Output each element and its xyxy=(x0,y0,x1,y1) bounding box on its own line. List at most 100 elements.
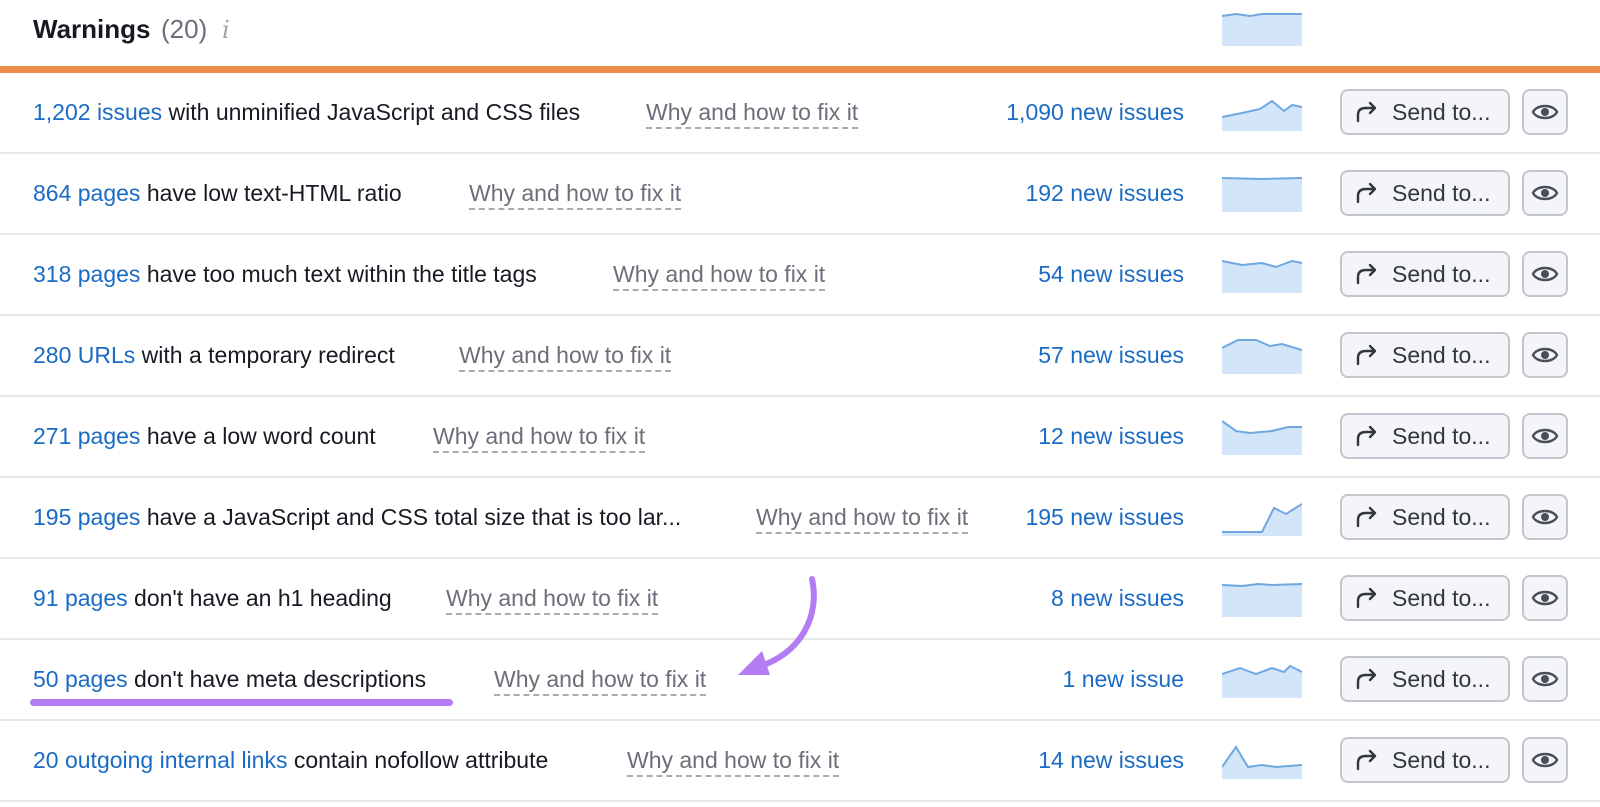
issue-count-link[interactable]: 20 outgoing internal links xyxy=(33,747,287,773)
why-and-how-to-fix-link[interactable]: Why and how to fix it xyxy=(469,154,682,233)
eye-icon xyxy=(1531,752,1559,768)
new-issues-link[interactable]: 14 new issues xyxy=(1038,721,1184,800)
issue-description: with a temporary redirect xyxy=(135,342,395,368)
send-to-button[interactable]: Send to... xyxy=(1340,332,1510,378)
why-and-how-to-fix-link[interactable]: Why and how to fix it xyxy=(613,235,826,314)
new-issues-link[interactable]: 192 new issues xyxy=(1025,154,1184,233)
trend-sparkline xyxy=(1222,582,1302,617)
issue-description: have a JavaScript and CSS total size tha… xyxy=(140,504,682,530)
send-to-button[interactable]: Send to... xyxy=(1340,89,1510,135)
annotation-arrow-icon xyxy=(738,576,817,675)
issue-count-link[interactable]: 91 pages xyxy=(33,585,128,611)
issue-count-link[interactable]: 864 pages xyxy=(33,180,140,206)
new-issues-link[interactable]: 195 new issues xyxy=(1025,478,1184,557)
send-to-label: Send to... xyxy=(1392,503,1491,530)
send-to-label: Send to... xyxy=(1392,584,1491,611)
issue-description: have low text-HTML ratio xyxy=(140,180,402,206)
new-issues-link[interactable]: 8 new issues xyxy=(1051,559,1184,638)
warnings-header: Warnings (20) i xyxy=(0,0,1600,66)
send-to-button[interactable]: Send to... xyxy=(1340,575,1510,621)
send-to-label: Send to... xyxy=(1392,179,1491,206)
issue-count-link[interactable]: 195 pages xyxy=(33,504,140,530)
new-issues-link[interactable]: 57 new issues xyxy=(1038,316,1184,395)
warning-row: 195 pages have a JavaScript and CSS tota… xyxy=(0,478,1600,559)
eye-icon xyxy=(1531,428,1559,444)
warnings-title: Warnings xyxy=(33,14,151,44)
eye-icon xyxy=(1531,590,1559,606)
eye-button[interactable] xyxy=(1522,575,1568,621)
send-to-label: Send to... xyxy=(1392,746,1491,773)
send-to-button[interactable]: Send to... xyxy=(1340,494,1510,540)
eye-icon xyxy=(1531,671,1559,687)
info-icon[interactable]: i xyxy=(222,16,230,44)
send-to-button[interactable]: Send to... xyxy=(1340,413,1510,459)
why-and-how-to-fix-link[interactable]: Why and how to fix it xyxy=(494,640,707,719)
share-arrow-icon xyxy=(1356,668,1377,690)
eye-icon xyxy=(1531,266,1559,282)
new-issues-link[interactable]: 54 new issues xyxy=(1038,235,1184,314)
why-and-how-to-fix-link[interactable]: Why and how to fix it xyxy=(446,559,659,638)
trend-sparkline xyxy=(1222,99,1302,131)
why-and-how-to-fix-link[interactable]: Why and how to fix it xyxy=(627,721,840,800)
new-issues-link[interactable]: 12 new issues xyxy=(1038,397,1184,476)
trend-sparkline xyxy=(1222,420,1302,455)
share-arrow-icon xyxy=(1356,182,1377,204)
eye-button[interactable] xyxy=(1522,89,1568,135)
send-to-label: Send to... xyxy=(1392,341,1491,368)
eye-icon xyxy=(1531,509,1559,525)
issue-count-link[interactable]: 1,202 issues xyxy=(33,99,162,125)
issue-count-link[interactable]: 318 pages xyxy=(33,261,140,287)
header-divider xyxy=(0,66,1600,73)
warning-row: 318 pages have too much text within the … xyxy=(0,235,1600,316)
issue-description: contain nofollow attribute xyxy=(287,747,549,773)
trend-sparkline xyxy=(1222,745,1302,779)
trend-sparkline xyxy=(1222,664,1302,698)
trend-sparkline xyxy=(1222,177,1302,212)
issue-description: with unminified JavaScript and CSS files xyxy=(162,99,581,125)
issue-description: don't have an h1 heading xyxy=(127,585,392,611)
highlight-underline xyxy=(30,699,453,706)
new-issues-link[interactable]: 1,090 new issues xyxy=(1006,73,1184,152)
send-to-label: Send to... xyxy=(1392,422,1491,449)
issue-description: have a low word count xyxy=(140,423,376,449)
share-arrow-icon xyxy=(1356,263,1377,285)
send-to-label: Send to... xyxy=(1392,260,1491,287)
issue-description: don't have meta descriptions xyxy=(127,666,427,692)
eye-button[interactable] xyxy=(1522,251,1568,297)
send-to-label: Send to... xyxy=(1392,665,1491,692)
eye-button[interactable] xyxy=(1522,332,1568,378)
send-to-button[interactable]: Send to... xyxy=(1340,170,1510,216)
issue-description: have too much text within the title tags xyxy=(140,261,537,287)
why-and-how-to-fix-link[interactable]: Why and how to fix it xyxy=(459,316,672,395)
why-and-how-to-fix-link[interactable]: Why and how to fix it xyxy=(646,73,859,152)
share-arrow-icon xyxy=(1356,587,1377,609)
eye-button[interactable] xyxy=(1522,656,1568,702)
new-issues-link[interactable]: 1 new issue xyxy=(1063,640,1184,719)
issue-count-link[interactable]: 50 pages xyxy=(33,666,128,692)
eye-button[interactable] xyxy=(1522,170,1568,216)
warning-row: 280 URLs with a temporary redirect Why a… xyxy=(0,316,1600,397)
share-arrow-icon xyxy=(1356,749,1377,771)
trend-sparkline xyxy=(1222,259,1302,293)
why-and-how-to-fix-link[interactable]: Why and how to fix it xyxy=(756,478,969,557)
eye-button[interactable] xyxy=(1522,494,1568,540)
send-to-button[interactable]: Send to... xyxy=(1340,656,1510,702)
share-arrow-icon xyxy=(1356,425,1377,447)
send-to-button[interactable]: Send to... xyxy=(1340,251,1510,297)
why-and-how-to-fix-link[interactable]: Why and how to fix it xyxy=(433,397,646,476)
warning-row: 1,202 issues with unminified JavaScript … xyxy=(0,73,1600,154)
warnings-list: 1,202 issues with unminified JavaScript … xyxy=(0,73,1600,802)
eye-button[interactable] xyxy=(1522,737,1568,783)
share-arrow-icon xyxy=(1356,506,1377,528)
issue-count-link[interactable]: 271 pages xyxy=(33,423,140,449)
warning-row: 864 pages have low text-HTML ratio Why a… xyxy=(0,154,1600,235)
send-to-button[interactable]: Send to... xyxy=(1340,737,1510,783)
trend-sparkline xyxy=(1222,503,1302,536)
share-arrow-icon xyxy=(1356,101,1377,123)
eye-button[interactable] xyxy=(1522,413,1568,459)
warning-row: 271 pages have a low word count Why and … xyxy=(0,397,1600,478)
warning-row: 20 outgoing internal links contain nofol… xyxy=(0,721,1600,802)
header-trend-sparkline xyxy=(1222,12,1302,46)
eye-icon xyxy=(1531,104,1559,120)
issue-count-link[interactable]: 280 URLs xyxy=(33,342,135,368)
